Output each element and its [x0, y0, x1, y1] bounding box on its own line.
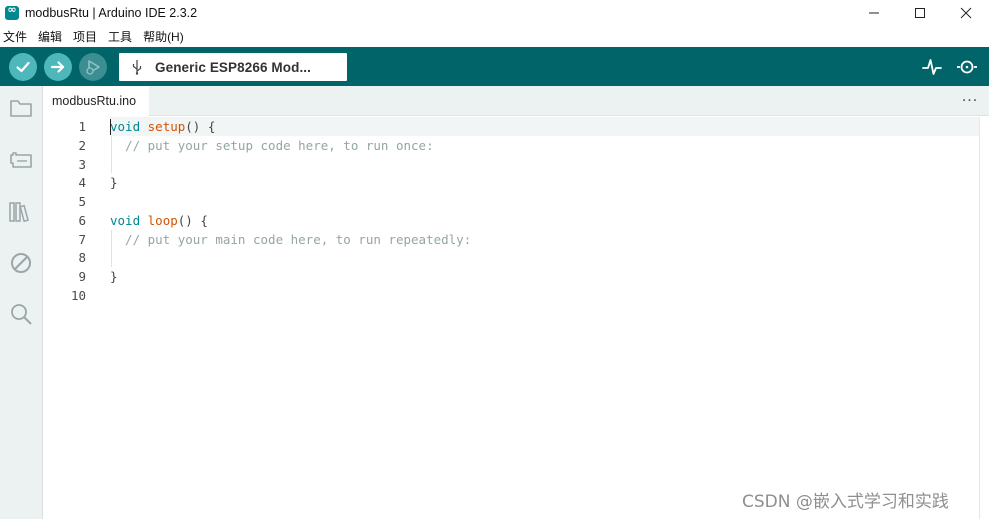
menu-edit[interactable]: 编辑: [35, 28, 66, 45]
code-text: }: [110, 269, 118, 284]
line-number: 4: [78, 175, 86, 190]
tab-modbusrtu[interactable]: modbusRtu.ino: [43, 86, 149, 116]
board-selector[interactable]: Generic ESP8266 Mod...: [119, 53, 347, 81]
indent-guide: [111, 230, 112, 267]
code-line: }: [110, 267, 118, 286]
code-line: // put your setup code here, to run once…: [110, 136, 434, 155]
library-icon: [9, 202, 29, 223]
plotter-icon: [922, 59, 942, 75]
folder-icon: [10, 100, 32, 117]
code-area[interactable]: void setup() { // put your setup code he…: [110, 117, 979, 519]
line-number-gutter: 1 2 3 4 5 6 7 8 9 10: [43, 117, 110, 519]
line-number: 10: [70, 288, 86, 303]
menu-sketch[interactable]: 项目: [70, 28, 101, 45]
line-number: 5: [78, 194, 86, 209]
code-text: () {: [177, 213, 208, 228]
line-number: 8: [78, 250, 86, 265]
more-options-button[interactable]: ···: [961, 92, 979, 110]
close-icon: [960, 7, 972, 19]
sidebar: [0, 86, 43, 519]
debug-off-icon: [11, 253, 31, 273]
menu-help[interactable]: 帮助(H): [140, 28, 188, 45]
code-text: () {: [185, 119, 216, 134]
menu-bar: 文件 编辑 项目 工具 帮助(H): [0, 26, 989, 47]
arduino-logo-icon: [5, 3, 19, 20]
code-line: void setup() {: [110, 117, 979, 136]
library-manager-button[interactable]: [8, 199, 34, 225]
code-line: void loop() {: [110, 211, 208, 230]
monitor-icon: [957, 60, 977, 74]
menu-tools[interactable]: 工具: [105, 28, 136, 45]
sketchbook-button[interactable]: [8, 95, 34, 121]
upload-button[interactable]: [44, 53, 72, 81]
code-line: // put your main code here, to run repea…: [110, 230, 471, 249]
check-icon: [16, 61, 30, 73]
search-icon: [11, 304, 32, 325]
verify-button[interactable]: [9, 53, 37, 81]
code-editor[interactable]: 1 2 3 4 5 6 7 8 9 10 void setup() { // p…: [43, 117, 979, 519]
board-icon: [10, 152, 32, 168]
indent-guide: [111, 136, 112, 173]
code-text: }: [110, 175, 118, 190]
editor-tabs: modbusRtu.ino ···: [43, 86, 989, 116]
serial-plotter-button[interactable]: [921, 56, 943, 78]
arrow-right-icon: [50, 61, 65, 73]
line-number: 3: [78, 157, 86, 172]
search-button[interactable]: [8, 301, 34, 327]
window-controls: [851, 0, 989, 26]
debug-panel-button[interactable]: [8, 250, 34, 276]
watermark: CSDN @嵌入式学习和实践: [742, 492, 949, 512]
line-number: 6: [78, 213, 86, 228]
code-comment: // put your main code here, to run repea…: [110, 232, 472, 247]
debug-icon: [86, 60, 100, 75]
keyword: void: [110, 213, 141, 228]
usb-icon: [131, 59, 143, 75]
menu-file[interactable]: 文件: [0, 28, 31, 45]
line-number: 1: [78, 119, 86, 134]
code-line: }: [110, 173, 118, 192]
function-name: setup: [147, 119, 186, 134]
minimize-icon: [869, 12, 879, 14]
tab-label: modbusRtu.ino: [52, 94, 137, 108]
close-button[interactable]: [943, 0, 989, 26]
line-number: 9: [78, 269, 86, 284]
code-comment: // put your setup code here, to run once…: [110, 138, 434, 153]
debug-button[interactable]: [79, 53, 107, 81]
toolbar: Generic ESP8266 Mod...: [0, 47, 989, 86]
title-bar: modbusRtu | Arduino IDE 2.3.2: [0, 0, 989, 26]
text-cursor: [110, 119, 111, 135]
keyword: void: [110, 119, 141, 134]
board-label: Generic ESP8266 Mod...: [155, 59, 312, 75]
function-name: loop: [147, 213, 178, 228]
minimize-button[interactable]: [851, 0, 897, 26]
line-number: 2: [78, 138, 86, 153]
maximize-button[interactable]: [897, 0, 943, 26]
line-number: 7: [78, 232, 86, 247]
serial-monitor-button[interactable]: [956, 56, 978, 78]
boards-manager-button[interactable]: [8, 147, 34, 173]
editor-scrollbar[interactable]: [979, 117, 989, 519]
window-title: modbusRtu | Arduino IDE 2.3.2: [25, 6, 198, 20]
maximize-icon: [915, 8, 925, 18]
